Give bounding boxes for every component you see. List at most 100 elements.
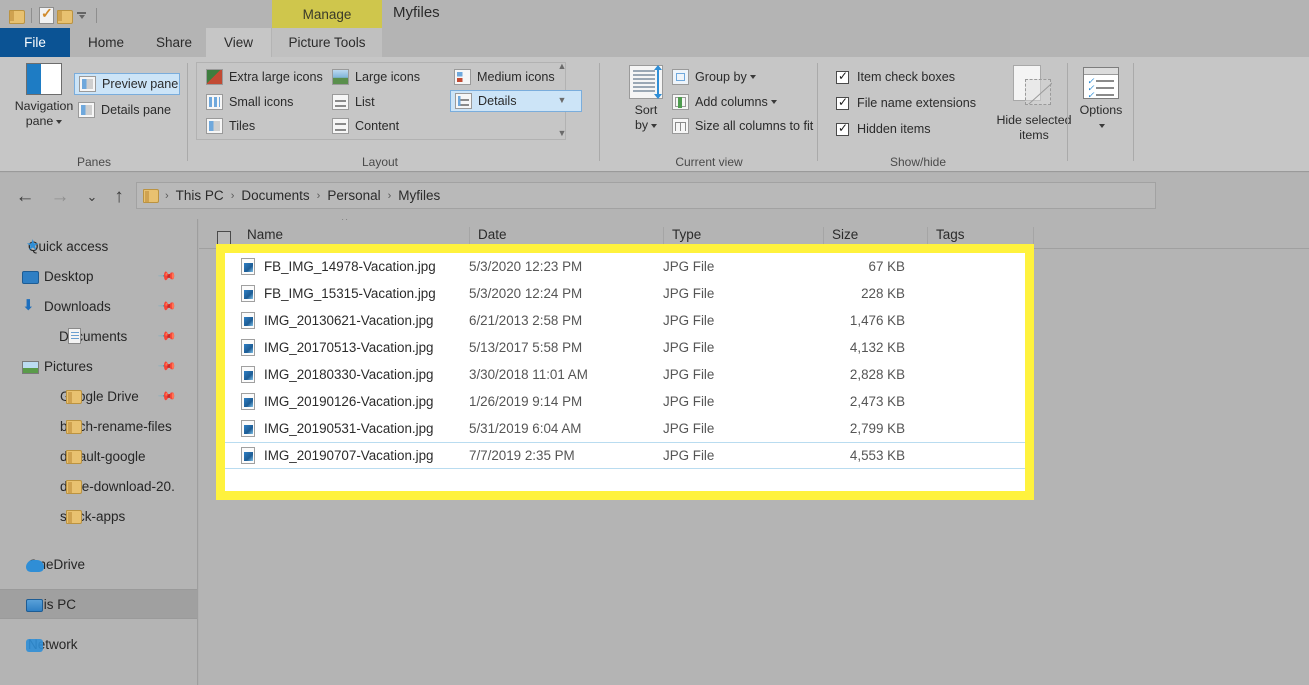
sidebar-item-onedrive[interactable]: OneDrive <box>0 549 197 579</box>
tiles-icon <box>206 118 223 134</box>
list-icon <box>332 94 349 110</box>
sidebar-item-google-drive[interactable]: Google Drive 📌 <box>0 381 197 411</box>
details-pane-command[interactable]: Details pane <box>74 99 180 121</box>
table-row[interactable]: IMG_20170513-Vacation.jpg 5/13/2017 5:58… <box>225 334 1025 361</box>
table-row[interactable]: FB_IMG_14978-Vacation.jpg 5/3/2020 12:23… <box>225 253 1025 280</box>
file-name-cell[interactable]: IMG_20190531-Vacation.jpg <box>241 420 433 437</box>
sidebar-item-default-google[interactable]: default-google <box>0 441 197 471</box>
file-name-cell[interactable]: IMG_20130621-Vacation.jpg <box>241 312 433 329</box>
table-row[interactable]: IMG_20190531-Vacation.jpg 5/31/2019 6:04… <box>225 415 1025 442</box>
breadcrumb-myfiles[interactable]: Myfiles <box>393 188 445 203</box>
content-icon <box>332 118 349 134</box>
properties-icon[interactable] <box>39 5 54 24</box>
tab-home[interactable]: Home <box>70 28 142 57</box>
tiles-command[interactable]: Tiles <box>202 115 342 137</box>
qat-divider-2 <box>96 7 97 23</box>
tab-share-label: Share <box>155 35 193 50</box>
table-row[interactable]: IMG_20190126-Vacation.jpg 1/26/2019 9:14… <box>225 388 1025 415</box>
extra-large-icons-command[interactable]: Extra large icons <box>202 66 342 88</box>
file-name-cell[interactable]: FB_IMG_14978-Vacation.jpg <box>241 258 436 275</box>
breadcrumb-personal[interactable]: Personal <box>322 188 385 203</box>
sidebar-item-network[interactable]: Network <box>0 629 197 659</box>
tab-view[interactable]: View <box>206 28 271 57</box>
breadcrumb[interactable]: › This PC › Documents › Personal › Myfil… <box>136 182 1156 209</box>
jpg-file-icon <box>241 447 255 464</box>
sidebar-item-desktop[interactable]: Desktop 📌 <box>0 261 197 291</box>
sidebar-item-quick-access[interactable]: ★ Quick access <box>0 231 197 261</box>
pin-icon[interactable]: 📌 <box>157 326 177 346</box>
size-all-columns-command[interactable]: Size all columns to fit <box>668 115 833 137</box>
file-name-cell[interactable]: IMG_20180330-Vacation.jpg <box>241 366 433 383</box>
sidebar-item-batch-rename-files[interactable]: batch-rename-files <box>0 411 197 441</box>
current-view-group-label: Current view <box>675 155 743 169</box>
file-type: JPG File <box>663 259 715 274</box>
file-name-cell[interactable]: IMG_20170513-Vacation.jpg <box>241 339 433 356</box>
file-name-cell[interactable]: IMG_20190707-Vacation.jpg <box>241 447 433 464</box>
sidebar-item-documents[interactable]: Documents 📌 <box>0 321 197 351</box>
pin-icon[interactable]: 📌 <box>157 266 177 286</box>
table-row[interactable]: IMG_20190707-Vacation.jpg 7/7/2019 2:35 … <box>225 442 1025 469</box>
sidebar-item-label: Pictures <box>44 358 93 374</box>
group-by-command[interactable]: Group by <box>668 66 808 88</box>
back-arrow-icon[interactable]: ← <box>13 184 37 208</box>
ribbon-group-show-hide: Item check boxes File name extensions Hi… <box>818 57 1072 172</box>
table-row[interactable]: IMG_20130621-Vacation.jpg 6/21/2013 2:58… <box>225 307 1025 334</box>
recent-locations-icon[interactable]: ⌄ <box>80 184 104 208</box>
this-pc-icon <box>26 598 43 612</box>
column-header-end <box>1033 227 1042 247</box>
file-name-cell[interactable]: IMG_20190126-Vacation.jpg <box>241 393 433 410</box>
list-command[interactable]: List <box>328 91 446 113</box>
navigation-pane-button[interactable]: Navigation pane <box>6 63 82 129</box>
select-all-checkbox[interactable] <box>217 231 231 245</box>
sidebar-item-label: Downloads <box>44 298 111 314</box>
sidebar-item-downloads[interactable]: ⬇ Downloads 📌 <box>0 291 197 321</box>
file-name-cell[interactable]: FB_IMG_15315-Vacation.jpg <box>241 285 436 302</box>
ribbon-group-panes: Navigation pane Preview pane Details pan… <box>0 57 188 172</box>
group-divider <box>1133 63 1134 161</box>
item-check-boxes-command[interactable]: Item check boxes <box>832 66 992 88</box>
large-icons-command[interactable]: Large icons <box>328 66 446 88</box>
hidden-items-command[interactable]: Hidden items <box>832 118 992 140</box>
layout-gallery-scroll[interactable]: ▲ ▼ ▼ <box>554 62 570 138</box>
tab-share[interactable]: Share <box>142 28 206 57</box>
sidebar-item-stock-apps[interactable]: stock-apps <box>0 501 197 531</box>
file-name-extensions-checkbox[interactable] <box>836 95 849 110</box>
tab-picture-tools[interactable]: Picture Tools <box>272 28 382 57</box>
forward-arrow-icon[interactable]: → <box>48 184 72 208</box>
sidebar-item-this-pc[interactable]: This PC <box>0 589 197 619</box>
scroll-down-icon[interactable]: ▼ <box>558 95 567 105</box>
sidebar-item-drive-download[interactable]: drive-download-20. <box>0 471 197 501</box>
breadcrumb-this-pc[interactable]: This PC <box>171 188 229 203</box>
breadcrumb-documents[interactable]: Documents <box>236 188 314 203</box>
table-row[interactable]: FB_IMG_15315-Vacation.jpg 5/3/2020 12:24… <box>225 280 1025 307</box>
item-check-boxes-checkbox[interactable] <box>836 69 849 84</box>
customize-qat-icon[interactable] <box>75 8 89 22</box>
pin-icon[interactable]: 📌 <box>157 296 177 316</box>
quick-access-toolbar[interactable] <box>0 5 101 24</box>
folder-icon[interactable] <box>9 9 25 24</box>
gallery-more-icon[interactable]: ▼ <box>558 129 567 138</box>
small-icons-command[interactable]: Small icons <box>202 91 342 113</box>
options-button[interactable]: ✓ ✓ ✓ Options <box>1063 67 1139 133</box>
add-columns-command[interactable]: Add columns <box>668 91 816 113</box>
up-arrow-icon[interactable]: ↑ <box>107 184 131 208</box>
scroll-up-icon[interactable]: ▲ <box>558 62 567 71</box>
jpg-file-icon <box>241 366 255 383</box>
navigation-pane-icon <box>26 63 62 95</box>
pin-icon[interactable]: 📌 <box>157 386 177 406</box>
preview-pane-command[interactable]: Preview pane <box>74 73 180 95</box>
tiles-label: Tiles <box>229 119 256 133</box>
hidden-items-checkbox[interactable] <box>836 121 849 136</box>
pin-icon[interactable]: 📌 <box>157 356 177 376</box>
ribbon-group-layout: Extra large icons Small icons Tiles Larg… <box>188 57 600 172</box>
chevron-down-icon <box>56 119 63 124</box>
contextual-tab-group-manage[interactable]: Manage <box>272 0 382 28</box>
content-command[interactable]: Content <box>328 115 446 137</box>
sidebar-item-pictures[interactable]: Pictures 📌 <box>0 351 197 381</box>
tab-file[interactable]: File <box>0 28 70 57</box>
sort-by-label-1: Sort <box>634 103 658 117</box>
file-name-extensions-command[interactable]: File name extensions <box>832 92 1012 114</box>
file-size: 67 KB <box>868 259 905 274</box>
new-folder-icon[interactable] <box>57 9 73 24</box>
table-row[interactable]: IMG_20180330-Vacation.jpg 3/30/2018 11:0… <box>225 361 1025 388</box>
